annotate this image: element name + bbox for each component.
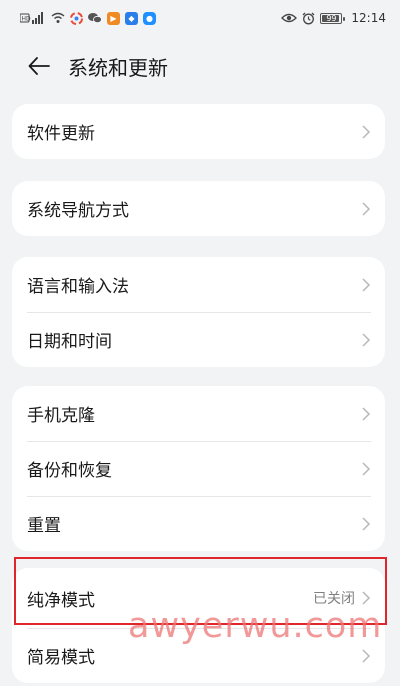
row-software-update[interactable]: 软件更新 <box>12 104 385 159</box>
status-bar-right: 99 12:14 <box>281 11 386 25</box>
app-colorful-icon <box>70 11 83 25</box>
chevron-right-icon <box>362 124 371 139</box>
row-label: 备份和恢复 <box>27 461 112 481</box>
row-label: 系统导航方式 <box>27 201 129 221</box>
status-time: 12:14 <box>351 11 386 25</box>
back-button[interactable] <box>24 51 54 81</box>
chevron-right-icon <box>362 461 371 476</box>
status-bar: HD ▶ ◆ ● 99 12:14 <box>0 0 400 36</box>
battery-percent: 99 <box>326 13 337 23</box>
eye-icon <box>281 11 298 25</box>
chevron-right-icon <box>362 516 371 531</box>
row-language-input[interactable]: 语言和输入法 <box>12 257 385 312</box>
battery-icon: 99 <box>320 12 346 24</box>
row-label: 纯净模式 <box>27 590 95 611</box>
settings-group-update: 软件更新 <box>12 104 385 159</box>
row-phone-clone[interactable]: 手机克隆 <box>12 386 385 441</box>
chevron-right-icon <box>362 277 371 292</box>
blue-app-icon: ◆ <box>125 11 138 25</box>
row-date-time[interactable]: 日期和时间 <box>12 312 385 367</box>
wifi-icon <box>51 11 65 25</box>
orange-app-icon: ▶ <box>107 11 120 25</box>
settings-group-language-date: 语言和输入法 日期和时间 <box>12 257 385 367</box>
row-system-navigation[interactable]: 系统导航方式 <box>12 181 385 236</box>
settings-group-modes: 纯净模式 已关闭 简易模式 <box>12 568 385 683</box>
page-title: 系统和更新 <box>68 55 168 80</box>
row-label: 语言和输入法 <box>27 277 129 297</box>
row-simple-mode[interactable]: 简易模式 <box>12 628 385 683</box>
row-backup-restore[interactable]: 备份和恢复 <box>12 441 385 496</box>
alarm-icon <box>302 11 315 25</box>
settings-group-navigation: 系统导航方式 <box>12 181 385 236</box>
row-label: 手机克隆 <box>27 406 95 426</box>
row-label: 简易模式 <box>27 648 95 668</box>
row-value: 已关闭 <box>313 591 355 607</box>
chevron-right-icon <box>362 201 371 216</box>
chevron-right-icon <box>362 648 371 663</box>
chevron-right-icon <box>362 591 371 605</box>
chevron-right-icon <box>362 332 371 347</box>
row-reset[interactable]: 重置 <box>12 496 385 551</box>
settings-group-backup: 手机克隆 备份和恢复 重置 <box>12 386 385 551</box>
header: 系统和更新 <box>0 44 400 88</box>
chevron-right-icon <box>362 406 371 421</box>
row-pure-mode[interactable]: 纯净模式 已关闭 <box>12 568 385 628</box>
row-label: 日期和时间 <box>27 332 112 352</box>
row-label: 软件更新 <box>27 124 95 144</box>
sim-signal-icon: HD <box>20 11 46 25</box>
arrow-left-icon <box>28 57 50 75</box>
status-bar-left: HD ▶ ◆ ● <box>20 11 156 25</box>
wechat-icon <box>88 11 102 25</box>
row-label: 重置 <box>27 516 61 536</box>
svg-text:HD: HD <box>22 16 32 23</box>
blue-round-app-icon: ● <box>143 11 156 25</box>
